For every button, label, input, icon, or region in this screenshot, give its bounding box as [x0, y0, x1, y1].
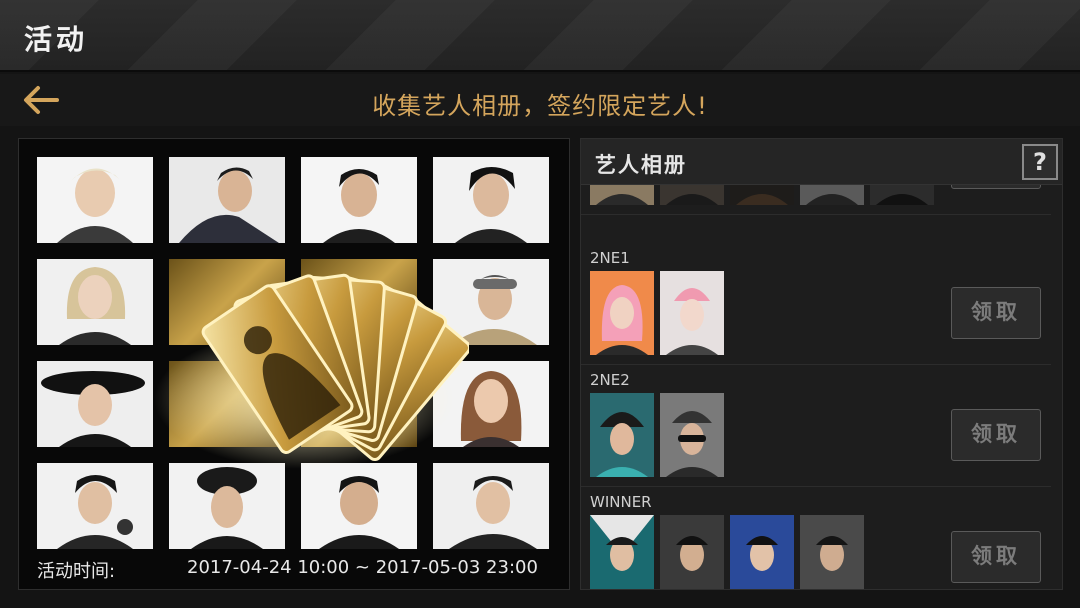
artist-photo: [37, 361, 153, 447]
page-title: 活动: [24, 23, 89, 56]
artist-photo: [169, 361, 285, 447]
artist-photo: [169, 259, 285, 345]
artist-thumb: [660, 393, 724, 477]
artist-photo: [301, 259, 417, 345]
album-group-2ne1: 2NE1 领取: [581, 243, 1051, 365]
artist-thumb: [590, 515, 654, 589]
event-headline: 收集艺人相册，签约限定艺人!: [372, 92, 708, 120]
event-period-label: 活动时间:: [37, 561, 116, 582]
album-group-winner: WINNER 领取: [581, 487, 1051, 589]
album-panel-header: 艺人相册 ?: [581, 139, 1062, 185]
claim-button[interactable]: 领取: [951, 287, 1041, 339]
title-bar: 活动: [0, 0, 1080, 72]
album-group-2ne2: 2NE2 领取: [581, 365, 1051, 487]
artist-photo: [37, 463, 153, 549]
artist-photo: [37, 157, 153, 243]
artist-photo: [169, 463, 285, 549]
event-period: 活动时间: 2017-04-24 10:00 ~ 2017-05-03 23:0…: [37, 557, 557, 582]
album-panel-title: 艺人相册: [595, 153, 687, 177]
artist-thumb: [590, 271, 654, 355]
artist-photo: [433, 157, 549, 243]
claim-button[interactable]: 领取: [951, 409, 1041, 461]
artist-photo: [301, 361, 417, 447]
artist-thumb: [590, 393, 654, 477]
artist-thumb: [660, 515, 724, 589]
artist-thumb: [660, 271, 724, 355]
event-period-value: 2017-04-24 10:00 ~ 2017-05-03 23:00: [187, 557, 538, 578]
artist-photo: [169, 157, 285, 243]
sub-header: 收集艺人相册，签约限定艺人!: [0, 74, 1080, 126]
artist-photo: [433, 259, 549, 345]
album-group-name: 2NE1: [590, 249, 630, 267]
album-group-name: WINNER: [590, 493, 652, 511]
artist-photo: [433, 463, 549, 549]
artist-photo: [301, 463, 417, 549]
artist-thumb: [730, 515, 794, 589]
help-button[interactable]: ?: [1022, 144, 1058, 180]
artist-collage-panel: 活动时间: 2017-04-24 10:00 ~ 2017-05-03 23:0…: [18, 138, 570, 590]
artist-photo: [301, 157, 417, 243]
claim-button[interactable]: 领取: [951, 531, 1041, 583]
artist-photo: [433, 361, 549, 447]
album-group-name: 2NE2: [590, 371, 630, 389]
artist-album-panel[interactable]: 领取 2NE1 领取 2NE2 领取 WINNER 领取 艺人相册 ?: [580, 138, 1063, 590]
artist-photo: [37, 259, 153, 345]
artist-thumb: [800, 515, 864, 589]
